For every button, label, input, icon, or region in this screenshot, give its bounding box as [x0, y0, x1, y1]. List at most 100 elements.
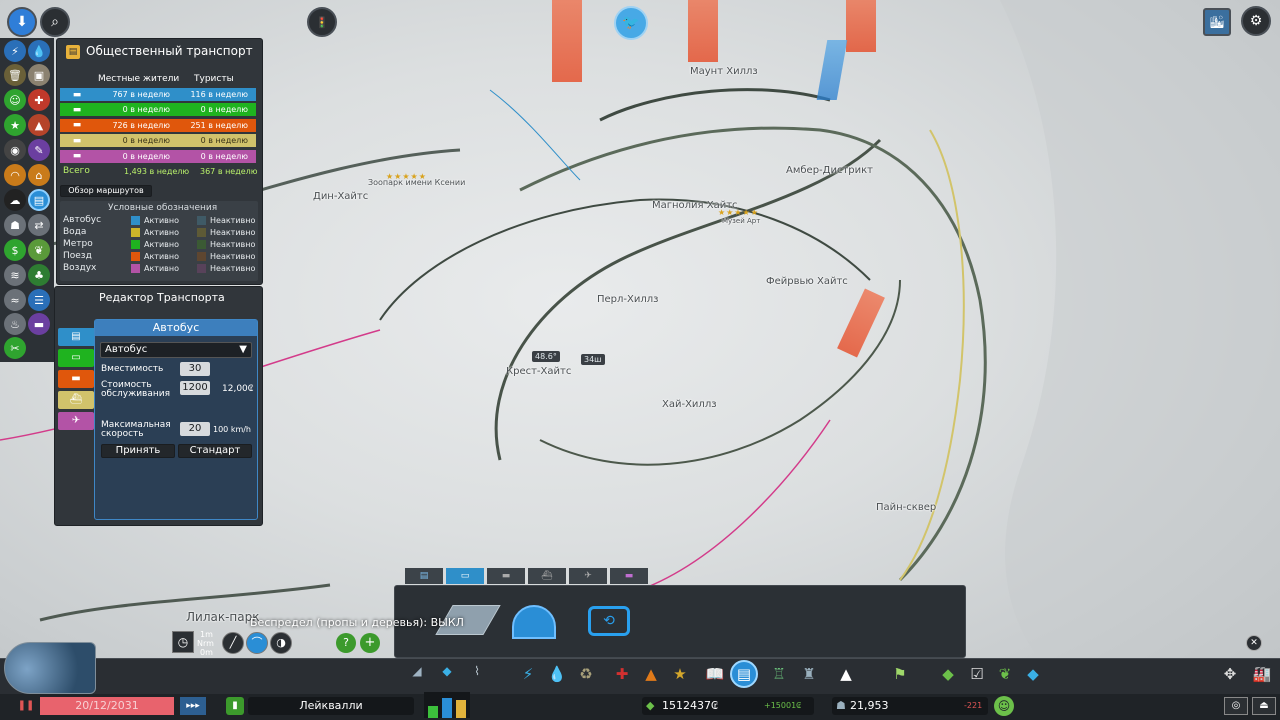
maintenance-icon[interactable]: ✂ — [4, 337, 26, 359]
upkeep-cost: 12,00₢ — [222, 384, 254, 394]
electricity-tool-icon[interactable]: ⚡ — [516, 662, 540, 686]
bulldozer-icon[interactable]: ⌇ — [466, 664, 488, 684]
tab-train-lines[interactable]: ▬ — [487, 568, 525, 584]
education-tool-icon[interactable]: 📖 — [703, 662, 727, 686]
close-icon[interactable]: ✕ — [1246, 635, 1262, 651]
date-text: 20/12/2031 — [75, 699, 139, 712]
tab-ship[interactable]: ⛴ — [58, 391, 94, 409]
fishing-icon[interactable]: ≈ — [4, 289, 26, 311]
economy-icon[interactable]: $ — [4, 239, 26, 261]
info-button[interactable]: ▮ — [226, 697, 244, 715]
beautification-tool-icon[interactable]: ♖ — [767, 662, 791, 686]
traffic-info-button[interactable]: 🚦 — [307, 7, 337, 37]
screenshot-icon[interactable]: ◎ — [1224, 697, 1248, 715]
metro-line-tool[interactable]: ⟲ — [588, 606, 630, 636]
fire-icon[interactable]: ▲ — [28, 114, 50, 136]
water-tool-icon[interactable]: ⌒ — [246, 632, 268, 654]
speed-input[interactable]: 20 — [180, 422, 210, 436]
city-logo-icon[interactable] — [4, 642, 96, 694]
areas-tool-icon[interactable]: ◆ — [936, 662, 960, 686]
transport-tool-icon[interactable]: ▤ — [730, 660, 758, 688]
tab-bus[interactable]: ▤ — [58, 328, 94, 346]
default-button[interactable]: Стандарт — [178, 444, 252, 458]
speed-label: Максимальная скорость — [101, 420, 171, 439]
zoom-out-icon[interactable]: ◢ — [406, 664, 428, 684]
settings-button[interactable]: ⚙ — [1241, 6, 1271, 36]
speed-button[interactable]: ▸▸▸ — [180, 697, 206, 715]
routes-overview-button[interactable]: Обзор маршрутов — [60, 185, 152, 197]
transport-view-icon[interactable]: ⇄ — [28, 214, 50, 236]
tab-ship-lines[interactable]: ⛴ — [528, 568, 566, 584]
happiness-icon[interactable]: ☺ — [4, 89, 26, 111]
tab-plane-lines[interactable]: ✈ — [569, 568, 607, 584]
wonders-tool-icon[interactable]: ▲ — [834, 662, 858, 686]
apply-button[interactable]: Принять — [101, 444, 175, 458]
legend-name: Метро — [63, 239, 93, 249]
tab-monorail-lines[interactable]: ▬ — [610, 568, 648, 584]
police-tool-icon[interactable]: ★ — [668, 662, 692, 686]
zoning-icon[interactable]: ◆ — [436, 664, 458, 684]
star-icon[interactable]: ★ — [4, 114, 26, 136]
education-icon[interactable]: ✎ — [28, 139, 50, 161]
pollution-icon[interactable]: ☁ — [4, 189, 26, 211]
exit-icon[interactable]: ⏏ — [1252, 697, 1276, 715]
capacity-input[interactable]: 30 — [180, 362, 210, 376]
wind-icon[interactable]: ≋ — [4, 264, 26, 286]
city-overview-button[interactable]: 🏙 — [1203, 8, 1231, 36]
clock-icon[interactable]: ◷ — [172, 631, 194, 653]
tab-metro[interactable]: ▭ — [58, 349, 94, 367]
landscaping-tool-icon[interactable]: ❦ — [993, 662, 1017, 686]
policies-tool-icon[interactable]: ☑ — [965, 662, 989, 686]
terrain-icon[interactable]: ◑ — [270, 632, 292, 654]
healthcare-tool-icon[interactable]: ✚ — [610, 662, 634, 686]
help-icon[interactable]: ? — [336, 633, 356, 653]
tab-train[interactable]: ▬ — [58, 370, 94, 388]
unlock-milestones-button[interactable]: ⬇ — [7, 7, 37, 37]
legend-name: Автобус — [63, 215, 102, 225]
district-label: Музей Арт — [722, 217, 761, 225]
districts-tool-icon[interactable]: ⚑ — [888, 662, 912, 686]
water-tool-drop-icon[interactable]: 💧 — [545, 662, 569, 686]
population-icon[interactable]: ☗ — [4, 214, 26, 236]
tram-icon[interactable]: ▬ — [28, 313, 50, 335]
water-landscaping-icon[interactable]: ◆ — [1021, 662, 1045, 686]
city-name-field[interactable]: Лейквалли — [248, 697, 414, 715]
metro-icon: ▬ — [72, 104, 82, 115]
vehicle-dropdown[interactable]: Автобус ▼ — [100, 342, 252, 358]
fire-dept-tool-icon[interactable]: ▲ — [639, 662, 663, 686]
total-tourists: 367 в неделю — [200, 167, 258, 176]
tab-bus-lines[interactable]: ▤ — [405, 568, 443, 584]
search-button[interactable]: ⌕ — [40, 7, 70, 37]
public-transport-icon[interactable]: ▤ — [28, 189, 50, 211]
move-camera-icon[interactable]: ✥ — [1218, 662, 1242, 686]
districts-icon[interactable]: ☰ — [28, 289, 50, 311]
chirper-button[interactable]: 🐦 — [614, 6, 648, 40]
train-activity-beam — [846, 0, 876, 52]
noise-icon[interactable]: ◠ — [4, 164, 26, 186]
add-icon[interactable]: + — [360, 633, 380, 653]
money-display[interactable]: ◆ 1512437₢ +15001₢ — [642, 697, 814, 715]
upkeep-input[interactable]: 1200 — [180, 381, 210, 395]
natural-resources-icon[interactable]: ❦ — [28, 239, 50, 261]
happiness-face-icon[interactable]: ☺ — [994, 696, 1014, 716]
population-display[interactable]: ☗ 21,953 -221 — [832, 697, 988, 715]
electricity-icon[interactable]: ⚡ — [4, 40, 26, 62]
editor-title: Редактор Транспорта — [99, 291, 225, 304]
monuments-tool-icon[interactable]: ♜ — [797, 662, 821, 686]
heating-icon[interactable]: ♨ — [4, 313, 26, 335]
landvalue-icon[interactable]: ⌂ — [28, 164, 50, 186]
garbage-tool-icon[interactable]: ♻ — [574, 662, 598, 686]
train-icon: ▬ — [72, 120, 82, 131]
buildings-icon[interactable]: ▣ — [28, 64, 50, 86]
garbage-icon[interactable]: 🗑 — [4, 64, 26, 86]
pause-button[interactable]: ❚❚ — [16, 697, 36, 715]
police-icon[interactable]: ◉ — [4, 139, 26, 161]
brush-icon[interactable]: ╱ — [222, 632, 244, 654]
water-icon[interactable]: 💧 — [28, 40, 50, 62]
tab-plane[interactable]: ✈ — [58, 412, 94, 430]
forest-icon[interactable]: ♣ — [28, 264, 50, 286]
time-widget: ◷ 1m Nrm 0m ╱ ⌒ ◑ — [172, 630, 292, 657]
health-icon[interactable]: ✚ — [28, 89, 50, 111]
unique-buildings-icon[interactable]: 🏭 — [1250, 662, 1274, 686]
tab-metro-lines[interactable]: ▭ — [446, 568, 484, 584]
